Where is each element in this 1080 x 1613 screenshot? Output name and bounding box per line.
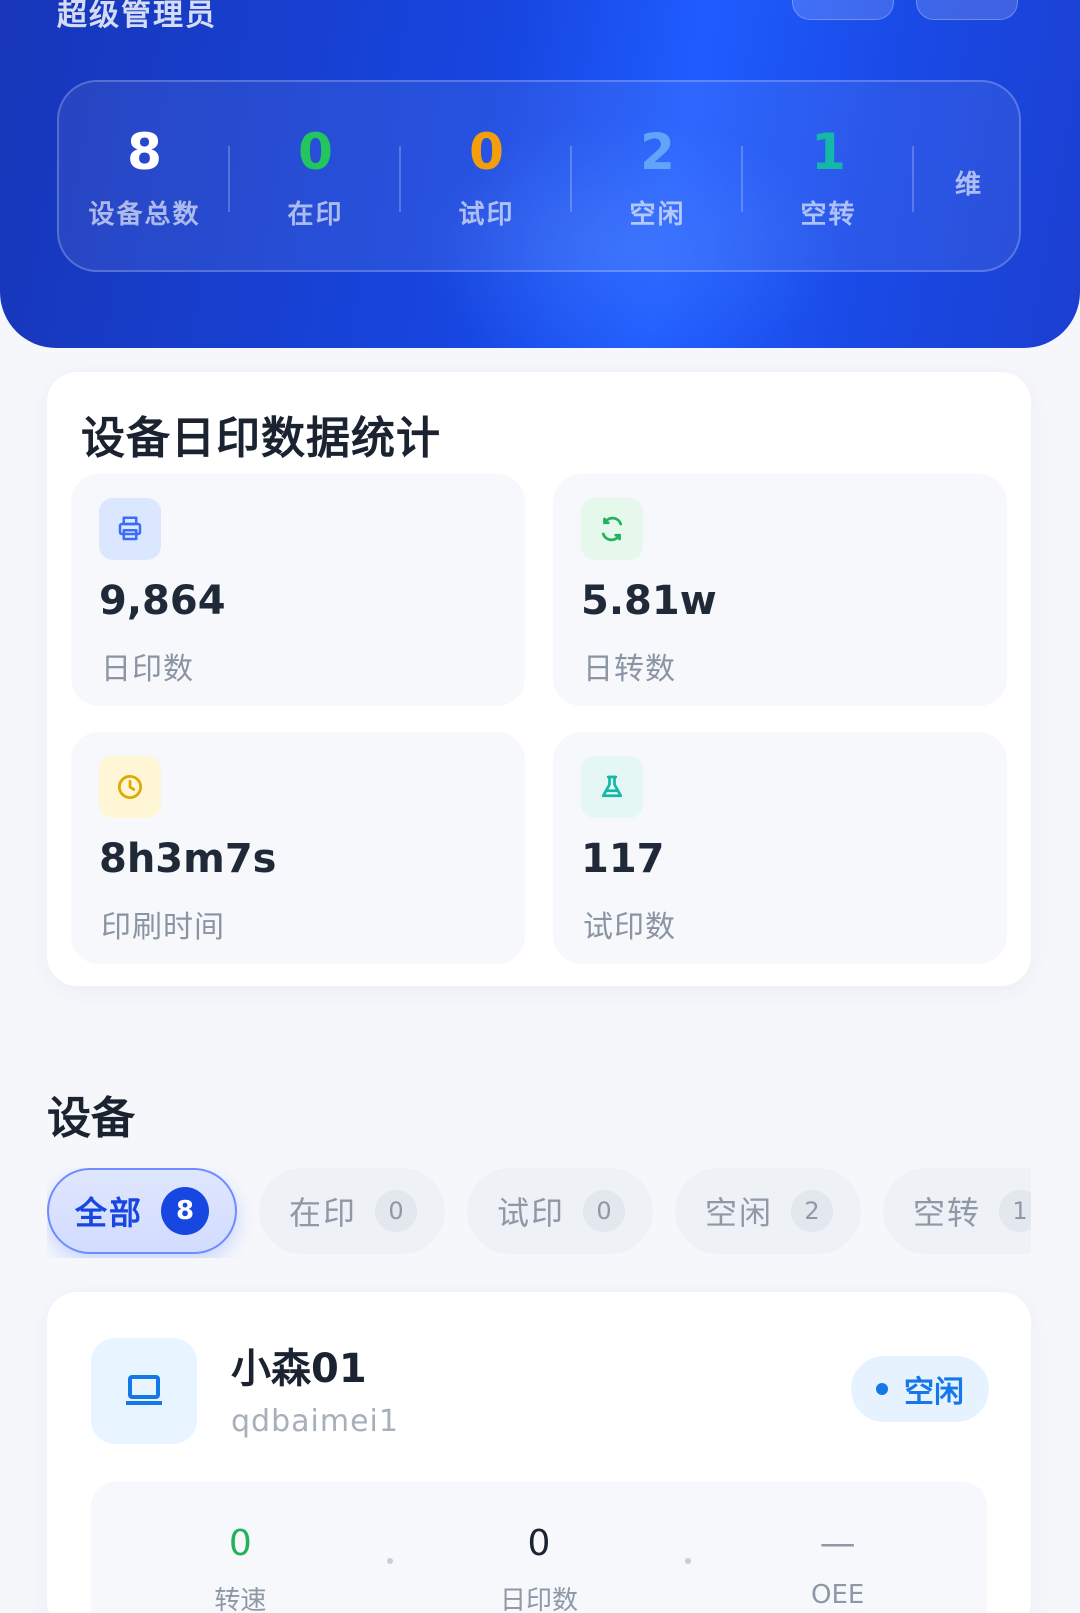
status-badge: 空闲	[851, 1356, 989, 1422]
summary-value: 1	[811, 122, 846, 181]
metric-oee: — OEE	[688, 1482, 987, 1613]
stat-label: 日印数	[101, 652, 194, 687]
header-banner: 超级管理员 8 设备总数 0 在印 0 试印 2 空闲 1 空转 维	[0, 0, 1080, 348]
role-title: 超级管理员	[57, 0, 217, 33]
filter-label: 在印	[289, 1194, 358, 1232]
devices-title: 设备	[47, 1093, 135, 1144]
filter-tab-trial[interactable]: 试印 0	[467, 1168, 653, 1254]
stat-tile-daily-prints: 9,864 日印数	[71, 474, 525, 706]
metric-daily-prints: 0 日印数	[390, 1482, 692, 1613]
stat-value: 8h3m7s	[99, 836, 277, 882]
stat-label: 日转数	[583, 652, 676, 687]
filter-label: 试印	[497, 1194, 566, 1232]
refresh-icon	[581, 498, 643, 560]
summary-label: 空转	[800, 199, 857, 230]
stat-value: 117	[581, 836, 665, 882]
metric-label: OEE	[811, 1580, 865, 1610]
header-action-button-2[interactable]	[916, 0, 1018, 20]
metric-value: —	[819, 1523, 856, 1564]
status-dot-icon	[876, 1383, 888, 1395]
filter-label: 空闲	[705, 1194, 774, 1232]
summary-running-empty[interactable]: 1 空转	[743, 82, 914, 270]
filter-count-badge: 0	[375, 1190, 418, 1232]
summary-maintenance[interactable]: 维	[914, 82, 1019, 270]
stat-value: 9,864	[99, 578, 226, 624]
filter-count-badge: 2	[791, 1190, 834, 1232]
stat-tile-daily-rotations: 5.81w 日转数	[553, 474, 1007, 706]
stat-label: 试印数	[583, 910, 676, 945]
summary-total[interactable]: 8 设备总数	[59, 82, 230, 270]
filter-label: 空转	[913, 1194, 982, 1232]
device-card[interactable]: 小森01 qdbaimei1 空闲 0 转速 0 日印数 — OEE	[47, 1292, 1031, 1613]
stat-tile-trial-prints: 117 试印数	[553, 732, 1007, 964]
summary-printing[interactable]: 0 在印	[230, 82, 401, 270]
filter-label: 全部	[74, 1194, 143, 1232]
summary-value: 0	[298, 122, 333, 181]
device-code: qdbaimei1	[231, 1404, 399, 1439]
stat-value: 5.81w	[581, 578, 717, 624]
device-name: 小森01	[231, 1346, 367, 1392]
metric-value: 0	[228, 1523, 252, 1564]
flask-icon	[581, 756, 643, 818]
summary-label: 设备总数	[88, 199, 201, 230]
filter-tab-running-empty[interactable]: 空转 1	[883, 1168, 1031, 1254]
filter-tab-all[interactable]: 全部 8	[47, 1168, 237, 1254]
filter-count-badge: 8	[161, 1187, 209, 1235]
stat-tile-print-time: 8h3m7s 印刷时间	[71, 732, 525, 964]
daily-stats-title: 设备日印数据统计	[81, 413, 441, 464]
summary-label: 在印	[287, 199, 344, 230]
status-text: 空闲	[904, 1375, 964, 1410]
device-summary: 8 设备总数 0 在印 0 试印 2 空闲 1 空转 维	[57, 80, 1021, 272]
filter-tab-idle[interactable]: 空闲 2	[675, 1168, 861, 1254]
metric-value: 0	[527, 1523, 551, 1564]
printer-icon	[99, 498, 161, 560]
summary-value: 2	[640, 122, 675, 181]
laptop-icon	[91, 1338, 197, 1444]
summary-idle[interactable]: 2 空闲	[572, 82, 743, 270]
metric-label: 转速	[214, 1586, 267, 1613]
summary-value: 8	[127, 122, 162, 181]
summary-label: 维	[954, 169, 983, 200]
filter-count-badge: 1	[999, 1190, 1031, 1232]
metric-speed: 0 转速	[91, 1482, 393, 1613]
summary-value: 0	[469, 122, 504, 181]
filter-count-badge: 0	[583, 1190, 626, 1232]
stat-label: 印刷时间	[101, 910, 225, 945]
header-action-button-1[interactable]	[792, 0, 894, 20]
metric-label: 日印数	[500, 1586, 579, 1613]
summary-label: 试印	[458, 199, 515, 230]
filter-tab-printing[interactable]: 在印 0	[259, 1168, 445, 1254]
clock-icon	[99, 756, 161, 818]
summary-trial[interactable]: 0 试印	[401, 82, 572, 270]
device-filter-tabs: 全部 8 在印 0 试印 0 空闲 2 空转 1	[47, 1168, 1031, 1258]
device-metrics: 0 转速 0 日印数 — OEE	[91, 1482, 987, 1613]
daily-stats-card: 设备日印数据统计 9,864 日印数 5.81w 日转数 8h3m7s 印刷时间	[47, 372, 1031, 986]
summary-label: 空闲	[629, 199, 686, 230]
